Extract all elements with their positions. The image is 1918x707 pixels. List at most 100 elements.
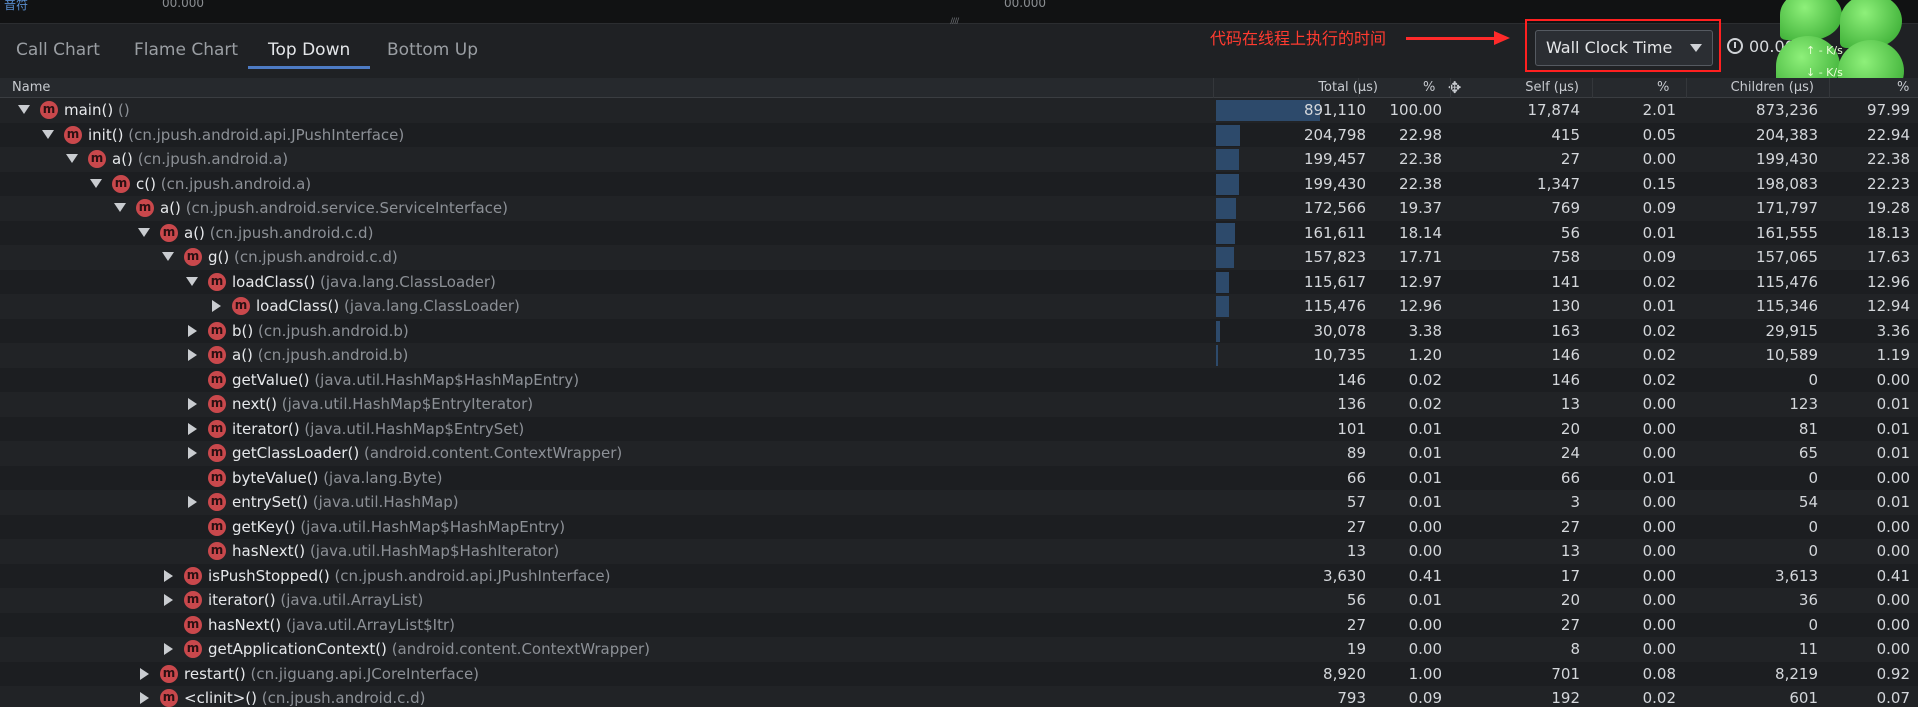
self-pct-value: 0.02 <box>1642 321 1676 340</box>
total-value: 56 <box>1346 591 1366 609</box>
method-label: a() <box>160 199 181 217</box>
method-name: next() (java.util.HashMap$EntryIterator) <box>232 395 533 413</box>
column-header-total[interactable]: Total (µs) <box>1290 80 1378 95</box>
expand-arrow-closed-icon[interactable] <box>212 300 221 312</box>
table-row[interactable]: m loadClass() (java.lang.ClassLoader) 115,… <box>0 269 1918 294</box>
tab-top-down[interactable]: Top Down <box>268 40 350 60</box>
tab-flame-chart[interactable]: Flame Chart <box>134 40 238 60</box>
method-icon: m <box>208 419 226 438</box>
children-pct-value: 0.00 <box>1876 591 1910 609</box>
method-icon: m <box>184 640 202 658</box>
table-row[interactable]: m b() (cn.jpush.android.b) 30,078 3.38 163 0.… <box>0 318 1918 343</box>
table-row[interactable]: m c() (cn.jpush.android.a) 199,430 22.38 1,3… <box>0 171 1918 196</box>
method-name: iterator() (java.util.HashMap$EntrySet) <box>232 420 524 438</box>
total-pct-value: 0.01 <box>1408 468 1442 487</box>
children-pct-value: 0.01 <box>1876 493 1910 511</box>
expand-arrow-closed-icon[interactable] <box>164 569 173 582</box>
table-row[interactable]: m isPushStopped() (cn.jpush.android.api.J… <box>0 563 1918 588</box>
method-label: <clinit>() <box>184 689 257 707</box>
method-label: getKey() <box>232 517 296 536</box>
table-row[interactable]: m getValue() (java.util.HashMap$HashMapEn… <box>0 367 1918 392</box>
expand-arrow-open-icon[interactable] <box>138 227 150 237</box>
column-header-self-pct[interactable]: % <box>1657 80 1669 95</box>
total-pct-value: 0.00 <box>1408 517 1442 536</box>
table-row[interactable]: m byteValue() (java.lang.Byte) 66 0.01 66 0.0… <box>0 465 1918 490</box>
column-header-self[interactable]: Self (µs) <box>1507 80 1579 95</box>
table-row[interactable]: m getKey() (java.util.HashMap$HashMapEntr… <box>0 514 1918 539</box>
column-header-name[interactable]: Name <box>12 80 50 95</box>
expand-arrow-open-icon[interactable] <box>114 203 126 212</box>
table-row[interactable]: m hasNext() (java.util.ArrayList$Itr) 27 0.… <box>0 612 1918 637</box>
children-pct-value: 0.01 <box>1876 444 1910 462</box>
method-class: (java.lang.Byte) <box>323 468 443 487</box>
expand-arrow-closed-icon[interactable] <box>188 324 197 337</box>
expand-arrow-open-icon[interactable] <box>162 252 174 261</box>
method-class: (java.util.ArrayList$Itr) <box>285 615 455 634</box>
column-header-total-pct[interactable]: % <box>1423 80 1435 95</box>
children-value: 161,555 <box>1755 223 1818 242</box>
table-row[interactable]: m main() () 891,110 100.00 17,874 2.01 873,236… <box>0 98 1918 123</box>
table-row[interactable]: m a() (cn.jpush.android.b) 10,735 1.20 146 0.… <box>0 343 1918 368</box>
call-tree-table[interactable]: m main() () 891,110 100.00 17,874 2.01 873,236… <box>0 98 1918 707</box>
expand-arrow-open-icon[interactable] <box>18 105 30 114</box>
table-row[interactable]: m hasNext() (java.util.HashMap$HashIterat… <box>0 539 1918 564</box>
table-row[interactable]: m iterator() (java.util.HashMap$EntrySet)… <box>0 416 1918 441</box>
tab-bottom-up[interactable]: Bottom Up <box>387 40 478 60</box>
table-row[interactable]: m g() (cn.jpush.android.c.d) 157,823 17.71 7… <box>0 245 1918 270</box>
self-pct-value: 0.00 <box>1642 150 1676 168</box>
table-row[interactable]: m getApplicationContext() (android.conten… <box>0 637 1918 662</box>
expand-arrow-open-icon[interactable] <box>42 129 54 139</box>
method-label: entrySet() <box>232 493 308 511</box>
total-pct-value: 0.00 <box>1408 542 1442 560</box>
children-value: 36 <box>1798 591 1818 609</box>
expand-arrow-closed-icon[interactable] <box>188 398 197 410</box>
method-label: main() <box>64 101 114 119</box>
expand-arrow-closed-icon[interactable] <box>188 422 197 435</box>
method-name: a() (cn.jpush.android.b) <box>232 346 408 364</box>
table-row[interactable]: m a() (cn.jpush.android.c.d) 161,611 18.14 5… <box>0 220 1918 245</box>
self-value: 141 <box>1551 272 1580 291</box>
self-value: 27 <box>1560 150 1580 168</box>
table-row[interactable]: m entrySet() (java.util.HashMap) 57 0.01 3 0.… <box>0 490 1918 515</box>
total-pct-value: 22.38 <box>1399 150 1442 168</box>
expand-arrow-closed-icon[interactable] <box>164 643 173 655</box>
expand-arrow-closed-icon[interactable] <box>188 349 197 361</box>
method-label: isPushStopped() <box>208 566 330 585</box>
expand-arrow-closed-icon[interactable] <box>140 667 149 680</box>
total-pct-value: 1.00 <box>1408 664 1442 683</box>
column-header-children[interactable]: Children (µs) <box>1700 80 1814 95</box>
total-value: 793 <box>1337 689 1366 707</box>
total-pct-value: 0.00 <box>1408 615 1442 634</box>
total-value: 101 <box>1337 419 1366 438</box>
expand-arrow-open-icon[interactable] <box>186 276 198 286</box>
total-value: 115,476 <box>1303 297 1366 315</box>
expand-arrow-closed-icon[interactable] <box>188 496 197 508</box>
expand-arrow-open-icon[interactable] <box>90 178 102 188</box>
expand-arrow-closed-icon[interactable] <box>140 692 149 704</box>
expand-arrow-closed-icon[interactable] <box>164 594 173 606</box>
table-row[interactable]: m a() (cn.jpush.android.a) 199,457 22.38 27 0… <box>0 147 1918 172</box>
table-row[interactable]: m init() (cn.jpush.android.api.JPushInter… <box>0 122 1918 147</box>
table-row[interactable]: m <clinit>() (cn.jpush.android.c.d) 793 0.0… <box>0 686 1918 707</box>
self-pct-value: 2.01 <box>1642 101 1676 119</box>
method-label: b() <box>232 321 254 340</box>
children-value: 157,065 <box>1755 248 1818 266</box>
self-value: 27 <box>1560 517 1580 536</box>
table-row[interactable]: m iterator() (java.util.ArrayList) 56 0.01 2… <box>0 588 1918 613</box>
self-value: 20 <box>1560 419 1580 438</box>
total-pct-value: 18.14 <box>1399 223 1442 242</box>
tab-call-chart[interactable]: Call Chart <box>16 40 100 60</box>
expand-arrow-open-icon[interactable] <box>66 154 78 163</box>
method-class: (android.content.ContextWrapper) <box>391 640 651 658</box>
column-header-children-pct[interactable]: % <box>1897 80 1909 95</box>
table-row[interactable]: m a() (cn.jpush.android.service.ServiceIn… <box>0 196 1918 221</box>
table-row[interactable]: m restart() (cn.jiguang.api.JCoreInterfac… <box>0 661 1918 686</box>
method-class: (cn.jpush.android.c.d) <box>234 248 398 266</box>
total-value: 204,798 <box>1303 125 1366 144</box>
table-row[interactable]: m loadClass() (java.lang.ClassLoader) 115,… <box>0 294 1918 319</box>
table-row[interactable]: m getClassLoader() (android.content.Conte… <box>0 441 1918 466</box>
self-value: 769 <box>1551 199 1580 217</box>
method-label: getClassLoader() <box>232 444 360 462</box>
expand-arrow-closed-icon[interactable] <box>188 447 197 459</box>
table-row[interactable]: m next() (java.util.HashMap$EntryIterator… <box>0 392 1918 417</box>
